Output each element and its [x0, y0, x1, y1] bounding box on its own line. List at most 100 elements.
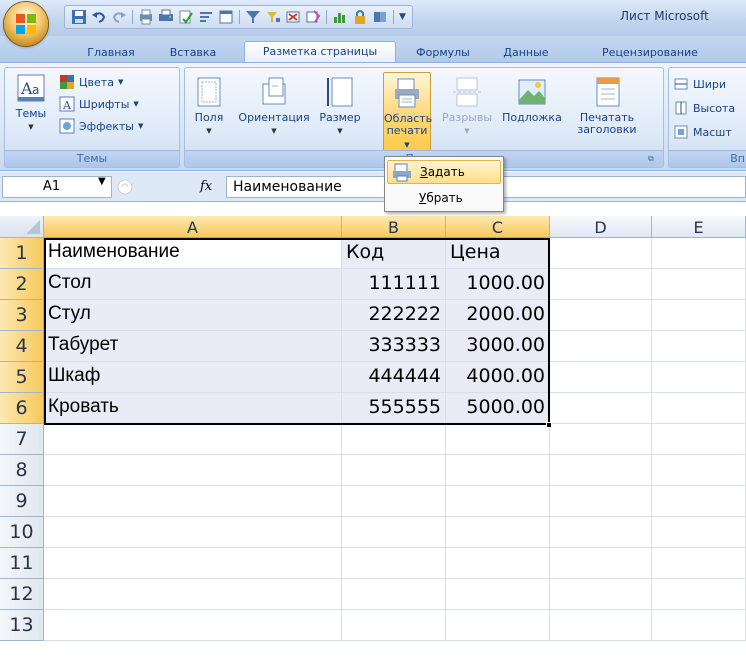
clear-icon[interactable]: [305, 9, 321, 25]
spelling-icon[interactable]: [178, 9, 194, 25]
cell-e13[interactable]: [652, 610, 746, 641]
cell-e12[interactable]: [652, 579, 746, 610]
row-header[interactable]: 1: [0, 238, 44, 269]
cell-a6[interactable]: Кровать: [44, 393, 342, 424]
row-header[interactable]: 2: [0, 269, 44, 300]
cell-c12[interactable]: [446, 579, 550, 610]
undo-icon[interactable]: [91, 9, 107, 25]
cell-b4[interactable]: 333333: [342, 331, 446, 362]
row-header[interactable]: 3: [0, 300, 44, 331]
row-header[interactable]: 6: [0, 393, 44, 424]
row-header[interactable]: 10: [0, 517, 44, 548]
themes-button[interactable]: A a Темы ▼: [9, 72, 53, 133]
theme-effects-button[interactable]: Эффекты ▼: [59, 116, 143, 136]
cell-d3[interactable]: [550, 300, 652, 331]
cell-b2[interactable]: 111111: [342, 269, 446, 300]
row-header[interactable]: 9: [0, 486, 44, 517]
row-header[interactable]: 11: [0, 548, 44, 579]
cell-b5[interactable]: 444444: [342, 362, 446, 393]
orientation-button[interactable]: Ориентация ▼: [237, 76, 311, 137]
cell-b12[interactable]: [342, 579, 446, 610]
cell-e1[interactable]: [652, 238, 746, 269]
column-header-e[interactable]: E: [652, 216, 746, 238]
row-header[interactable]: 12: [0, 579, 44, 610]
column-header-a[interactable]: A: [44, 216, 342, 238]
tab-page-layout[interactable]: Разметка страницы: [244, 41, 396, 64]
height-button[interactable]: Высота: [673, 98, 735, 118]
autofilter-icon[interactable]: [265, 9, 281, 25]
cell-d5[interactable]: [550, 362, 652, 393]
theme-fonts-button[interactable]: A Шрифты ▼: [59, 94, 139, 114]
row-header[interactable]: 7: [0, 424, 44, 455]
cell-a5[interactable]: Шкаф: [44, 362, 342, 393]
row-header[interactable]: 8: [0, 455, 44, 486]
cell-a2[interactable]: Стол: [44, 269, 342, 300]
cell-b8[interactable]: [342, 455, 446, 486]
fill-handle[interactable]: [546, 422, 552, 428]
cell-e5[interactable]: [652, 362, 746, 393]
cell-d12[interactable]: [550, 579, 652, 610]
cell-e8[interactable]: [652, 455, 746, 486]
cell-e9[interactable]: [652, 486, 746, 517]
cell-c10[interactable]: [446, 517, 550, 548]
cell-d6[interactable]: [550, 393, 652, 424]
quick-print-icon[interactable]: [158, 9, 174, 25]
cell-d11[interactable]: [550, 548, 652, 579]
cell-c1[interactable]: Цена: [446, 238, 550, 269]
tab-data[interactable]: Данные: [494, 43, 558, 63]
cell-a9[interactable]: [44, 486, 342, 517]
print-titles-button[interactable]: Печатать заголовки: [569, 76, 645, 136]
cell-e4[interactable]: [652, 331, 746, 362]
filter-icon[interactable]: [245, 9, 261, 25]
print-preview-icon[interactable]: [138, 9, 154, 25]
cell-b10[interactable]: [342, 517, 446, 548]
menu-item-clear-print-area[interactable]: Убрать: [387, 186, 501, 210]
cell-b3[interactable]: 222222: [342, 300, 446, 331]
sheet-icon[interactable]: [218, 9, 234, 25]
cell-c5[interactable]: 4000.00: [446, 362, 550, 393]
cell-c7[interactable]: [446, 424, 550, 455]
menu-item-set-print-area[interactable]: Задать: [387, 160, 501, 184]
cell-d8[interactable]: [550, 455, 652, 486]
cell-b1[interactable]: Код: [342, 238, 446, 269]
chart-icon[interactable]: [332, 9, 348, 25]
select-all-button[interactable]: [0, 216, 44, 238]
cell-c6[interactable]: 5000.00: [446, 393, 550, 424]
sort-icon[interactable]: [198, 9, 214, 25]
protect-icon[interactable]: [352, 9, 368, 25]
scale-button[interactable]: Масшт: [673, 122, 732, 142]
column-header-b[interactable]: B: [342, 216, 446, 238]
cell-e7[interactable]: [652, 424, 746, 455]
save-icon[interactable]: [71, 9, 87, 25]
cell-c11[interactable]: [446, 548, 550, 579]
cell-c2[interactable]: 1000.00: [446, 269, 550, 300]
tab-formulas[interactable]: Формулы: [408, 43, 478, 63]
cell-e2[interactable]: [652, 269, 746, 300]
office-button[interactable]: [4, 2, 48, 46]
breaks-button[interactable]: Разрывы ▼: [441, 76, 493, 137]
row-header[interactable]: 5: [0, 362, 44, 393]
cell-a13[interactable]: [44, 610, 342, 641]
theme-colors-button[interactable]: Цвета ▼: [59, 72, 123, 92]
cell-a8[interactable]: [44, 455, 342, 486]
background-button[interactable]: Подложка: [501, 76, 563, 124]
cell-c4[interactable]: 3000.00: [446, 331, 550, 362]
size-button[interactable]: Размер ▼: [315, 76, 365, 137]
cell-d1[interactable]: [550, 238, 652, 269]
cell-d10[interactable]: [550, 517, 652, 548]
print-area-button[interactable]: Область печати ▼: [383, 72, 432, 156]
cell-b11[interactable]: [342, 548, 446, 579]
tab-insert[interactable]: Вставка: [160, 43, 226, 63]
cell-c8[interactable]: [446, 455, 550, 486]
column-header-c[interactable]: C: [446, 216, 550, 238]
cell-d9[interactable]: [550, 486, 652, 517]
tab-home[interactable]: Главная: [76, 43, 146, 63]
expand-icon[interactable]: [116, 178, 134, 196]
qat-customize-icon[interactable]: ▼: [399, 12, 406, 22]
width-button[interactable]: Шири: [673, 74, 726, 94]
name-box[interactable]: A1: [2, 176, 112, 198]
cell-e11[interactable]: [652, 548, 746, 579]
cell-a7[interactable]: [44, 424, 342, 455]
page-setup-launcher-icon[interactable]: ⧉: [648, 154, 659, 165]
cell-b7[interactable]: [342, 424, 446, 455]
